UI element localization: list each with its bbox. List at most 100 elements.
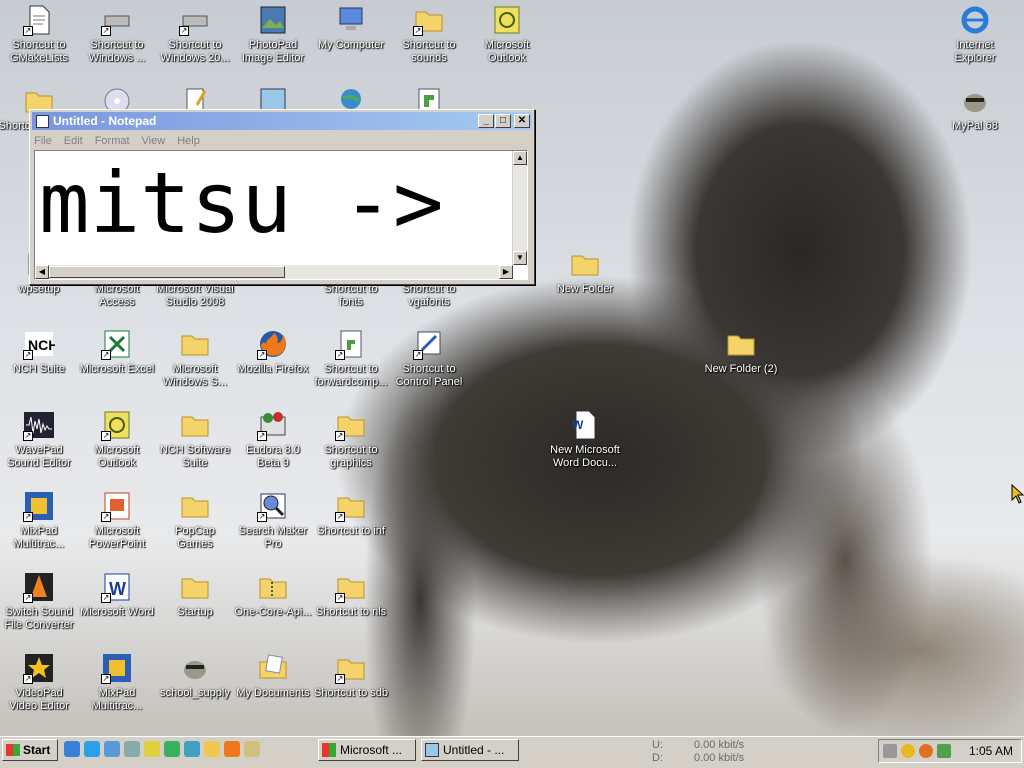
desktop-icon-sounds[interactable]: ↗ Shortcut to sounds — [390, 4, 468, 65]
desktop-icon-mixpad-2[interactable]: ↗ MixPad Multitrac... — [78, 652, 156, 713]
desktop-icon-firefox[interactable]: ↗ Mozilla Firefox — [234, 328, 312, 376]
magnifier-icon: ↗ — [257, 490, 289, 522]
desktop-icon-ms-excel[interactable]: ↗ Microsoft Excel — [78, 328, 156, 376]
menu-view[interactable]: View — [142, 135, 166, 147]
shortcut-arrow-icon: ↗ — [413, 350, 423, 360]
menu-format[interactable]: Format — [95, 135, 130, 147]
document-icon: ↗ — [23, 4, 55, 36]
media-icon[interactable] — [184, 741, 200, 757]
notepad-text-area[interactable]: mitsu -> ▲ ▼ ◀ ▶ — [34, 150, 528, 280]
firefox-icon[interactable] — [224, 741, 240, 757]
desktop-icon-nls[interactable]: ↗ Shortcut to nls — [312, 571, 390, 619]
network-meter: U: 0.00 kbit/s D: 0.00 kbit/s — [652, 739, 745, 764]
network-connection-icon[interactable] — [937, 744, 951, 758]
desktop-icon-mypal[interactable]: MyPal 68 — [936, 85, 1014, 133]
desktop-icon-ms-outlook-1[interactable]: ↗ Microsoft Outlook — [78, 409, 156, 470]
security-shield-icon[interactable] — [901, 744, 915, 758]
scroll-up-button[interactable]: ▲ — [513, 151, 527, 165]
shortcut-arrow-icon: ↗ — [101, 674, 111, 684]
folder-icon: ↗ — [335, 571, 367, 603]
desktop-icon-internet-explorer[interactable]: Internet Explorer — [936, 4, 1014, 65]
search-icon[interactable] — [919, 744, 933, 758]
puzzle-document-icon: ↗ — [335, 328, 367, 360]
desktop-icon-startup[interactable]: Startup — [156, 571, 234, 619]
shortcut-arrow-icon: ↗ — [257, 350, 267, 360]
menu-edit[interactable]: Edit — [64, 135, 83, 147]
mouse-cursor-icon — [1011, 483, 1024, 509]
shortcut-arrow-icon: ↗ — [101, 26, 111, 36]
scroll-right-button[interactable]: ▶ — [499, 265, 513, 279]
menu-file[interactable]: File — [34, 135, 52, 147]
outlook-icon[interactable] — [144, 741, 160, 757]
desktop-icon-graphics[interactable]: ↗ Shortcut to graphics — [312, 409, 390, 470]
folder-icon[interactable] — [204, 741, 220, 757]
desktop-icon-new-word-doc[interactable]: W New Microsoft Word Docu... — [546, 409, 624, 470]
svg-text:W: W — [109, 579, 126, 599]
notepad-window[interactable]: Untitled - Notepad _ □ ✕ File Edit Forma… — [29, 109, 535, 285]
desktop-icon-gmakelists[interactable]: ↗ Shortcut to GMakeLists — [0, 4, 78, 65]
drive-icon: ↗ — [101, 4, 133, 36]
mail-icon[interactable] — [244, 741, 260, 757]
window-title: Untitled - Notepad — [53, 114, 157, 128]
taskbar-item-microsoft[interactable]: Microsoft ... — [318, 739, 416, 761]
shortcut-arrow-icon: ↗ — [101, 431, 111, 441]
internet-explorer-icon — [959, 4, 991, 36]
desktop-icon-new-folder[interactable]: New Folder — [546, 248, 624, 296]
notepad-content[interactable]: mitsu -> — [39, 153, 444, 253]
desktop-icon-popcap-games[interactable]: PopCap Games — [156, 490, 234, 551]
desktop-icon-forwardcomp[interactable]: ↗ Shortcut to forwardcomp... — [312, 328, 390, 389]
desktop-icon-mixpad-1[interactable]: ↗ MixPad Multitrac... — [0, 490, 78, 551]
start-button[interactable]: Start — [2, 739, 58, 761]
close-button[interactable]: ✕ — [514, 114, 530, 128]
desktop-icon-ms-powerpoint[interactable]: ↗ Microsoft PowerPoint — [78, 490, 156, 551]
notepad-titlebar[interactable]: Untitled - Notepad _ □ ✕ — [32, 112, 532, 130]
vertical-scrollbar[interactable]: ▲ ▼ — [512, 151, 527, 265]
eudora-icon: ↗ — [257, 409, 289, 441]
desktop-icon-control-panel[interactable]: ↗ Shortcut to Control Panel — [390, 328, 468, 389]
keyboard-icon[interactable] — [883, 744, 897, 758]
desktop-icon[interactable] — [124, 741, 140, 757]
powerpoint-icon: ↗ — [101, 490, 133, 522]
taskbar-item-notepad[interactable]: Untitled - ... — [421, 739, 519, 761]
desktop[interactable]: ↗ Shortcut to GMakeLists Shortcut wpsetu… — [0, 0, 1024, 768]
clock[interactable]: 1:05 AM — [969, 744, 1013, 758]
desktop-icon-my-documents[interactable]: My Documents — [234, 652, 312, 700]
quick-launch — [64, 741, 260, 757]
desktop-icon-new-folder-2[interactable]: New Folder (2) — [702, 328, 780, 376]
maximize-button[interactable]: □ — [495, 114, 511, 128]
desktop-icon-videopad[interactable]: ↗ VideoPad Video Editor — [0, 652, 78, 713]
desktop-icon-eudora[interactable]: ↗ Eudora 8.0 Beta 9 — [234, 409, 312, 470]
horizontal-scrollbar[interactable]: ◀ ▶ — [35, 265, 513, 279]
desktop-icon-switch[interactable]: ↗ Switch Sound File Converter — [0, 571, 78, 632]
minimize-button[interactable]: _ — [478, 114, 494, 128]
scroll-down-button[interactable]: ▼ — [513, 251, 527, 265]
menu-help[interactable]: Help — [177, 135, 200, 147]
folder-icon — [725, 328, 757, 360]
desktop-icon-my-computer[interactable]: My Computer — [312, 4, 390, 52]
folder-icon — [179, 328, 211, 360]
drive-icon: ↗ — [179, 4, 211, 36]
network-icon[interactable] — [104, 741, 120, 757]
desktop-icon-windows-1[interactable]: ↗ Shortcut to Windows ... — [78, 4, 156, 65]
shortcut-arrow-icon: ↗ — [335, 593, 345, 603]
desktop-icon-one-core-api[interactable]: One-Core-Api... — [234, 571, 312, 619]
desktop-icon-sdb[interactable]: ↗ Shortcut to sdb — [312, 652, 390, 700]
browser-icon[interactable] — [84, 741, 100, 757]
internet-explorer-icon[interactable] — [64, 741, 80, 757]
desktop-icon-ms-word[interactable]: W ↗ Microsoft Word — [78, 571, 156, 619]
desktop-icon-wavepad[interactable]: ↗ WavePad Sound Editor — [0, 409, 78, 470]
horizontal-scroll-thumb[interactable] — [49, 266, 285, 278]
folder-icon — [569, 248, 601, 280]
desktop-icon-ms-windows-s[interactable]: Microsoft Windows S... — [156, 328, 234, 389]
scroll-left-button[interactable]: ◀ — [35, 265, 49, 279]
desktop-icon-inf[interactable]: ↗ Shortcut to inf — [312, 490, 390, 538]
desktop-icon-photopad[interactable]: PhotoPad Image Editor — [234, 4, 312, 65]
shortcut-arrow-icon: ↗ — [257, 512, 267, 522]
desktop-icon-school-supply[interactable]: school_supply — [156, 652, 234, 700]
desktop-icon-windows-2[interactable]: ↗ Shortcut to Windows 20... — [156, 4, 234, 65]
desktop-icon-nch-suite[interactable]: NCH ↗ NCH Suite — [0, 328, 78, 376]
desktop-icon-search-maker[interactable]: ↗ Search Maker Pro — [234, 490, 312, 551]
globe-icon[interactable] — [164, 741, 180, 757]
desktop-icon-nch-software-suite[interactable]: NCH Software Suite — [156, 409, 234, 470]
desktop-icon-ms-outlook-2[interactable]: Microsoft Outlook — [468, 4, 546, 65]
